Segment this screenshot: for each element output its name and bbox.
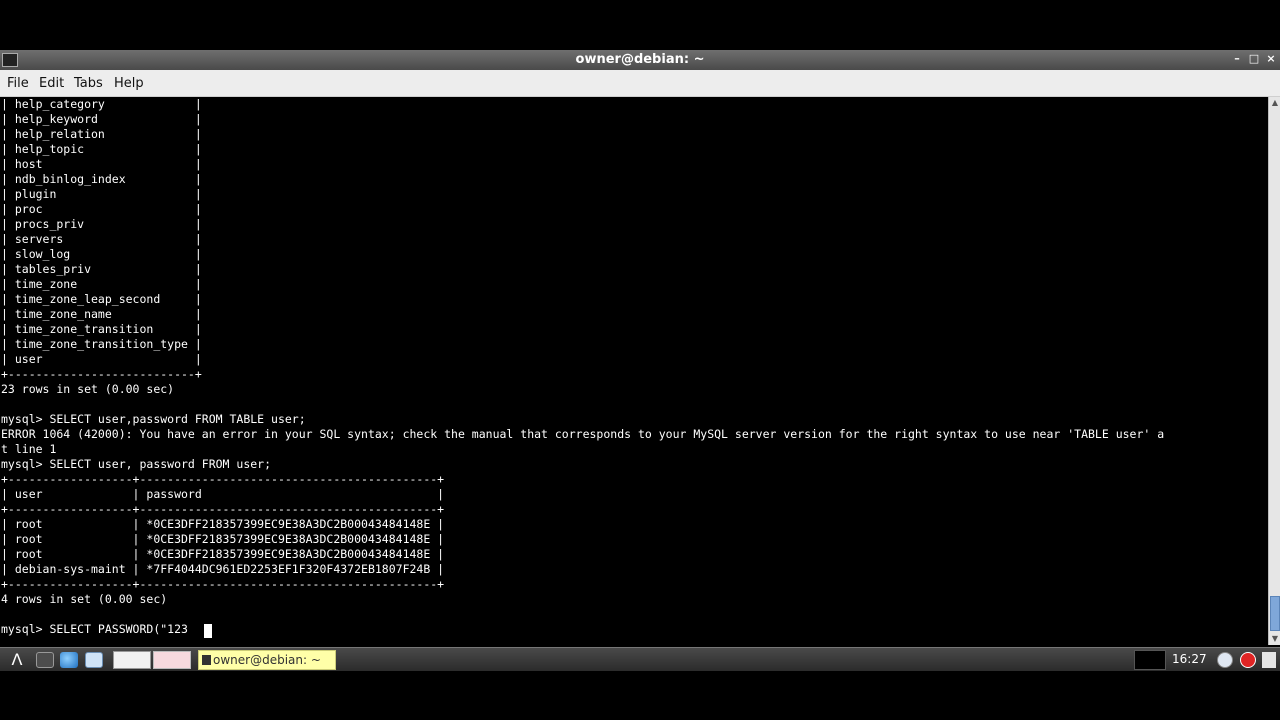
taskbar-task-label: owner@debian: ~ (213, 653, 321, 667)
workspace-2[interactable] (153, 651, 191, 669)
menu-help[interactable]: Help (114, 76, 144, 91)
close-icon[interactable]: × (1264, 52, 1278, 65)
taskbar-terminal-task[interactable]: owner@debian: ~ (198, 650, 336, 670)
clock[interactable]: 16:27 (1172, 652, 1207, 666)
workspace-1[interactable] (113, 651, 151, 669)
terminal-line: | user | password | (1, 487, 445, 501)
text-cursor (204, 624, 212, 638)
menu-file[interactable]: File (7, 76, 29, 91)
terminal-line: | servers | (1, 232, 202, 246)
terminal-line: | time_zone_transition_type | (1, 337, 202, 351)
terminal-scrollbar[interactable]: ▲ ▼ (1268, 97, 1280, 645)
terminal-line: | slow_log | (1, 247, 202, 261)
terminal-line: 23 rows in set (0.00 sec) (1, 382, 175, 396)
terminal-line: | proc | (1, 202, 202, 216)
menu-tabs[interactable]: Tabs (74, 76, 103, 91)
terminal-prompt-line: mysql> SELECT PASSWORD("123 (1, 622, 188, 636)
terminal-line: | root | *0CE3DFF218357399EC9E38A3DC2B00… (1, 547, 445, 561)
power-icon[interactable] (1240, 652, 1256, 668)
terminal-line: | procs_priv | (1, 217, 202, 231)
scroll-up-icon[interactable]: ▲ (1269, 97, 1280, 109)
maximize-icon[interactable]: □ (1247, 52, 1261, 65)
taskbar: Λ owner@debian: ~ 16:27 (0, 647, 1280, 671)
browser-icon[interactable] (60, 652, 78, 668)
window-titlebar[interactable]: owner@debian: ~ – □ × (0, 50, 1280, 70)
terminal-line: +------------------+--------------------… (1, 577, 445, 591)
terminal-line: | host | (1, 157, 202, 171)
terminal-line: +------------------+--------------------… (1, 502, 445, 516)
scroll-down-icon[interactable]: ▼ (1269, 633, 1280, 645)
terminal-line: | time_zone_name | (1, 307, 202, 321)
start-menu-icon[interactable]: Λ (4, 650, 30, 670)
terminal-line: | time_zone_leap_second | (1, 292, 202, 306)
terminal-line: ERROR 1064 (42000): You have an error in… (1, 427, 1165, 441)
terminal-line: | user | (1, 352, 202, 366)
terminal-output[interactable]: | help_category | | help_keyword | | hel… (0, 97, 1268, 645)
menu-edit[interactable]: Edit (39, 76, 64, 91)
terminal-line: | debian-sys-maint | *7FF4044DC961ED2253… (1, 562, 445, 576)
terminal-line: | plugin | (1, 187, 202, 201)
terminal-line: mysql> SELECT user, password FROM user; (1, 457, 272, 471)
scrollbar-thumb[interactable] (1270, 596, 1280, 631)
menubar: File Edit Tabs Help (0, 70, 1280, 97)
terminal-task-icon (202, 655, 211, 665)
minimize-icon[interactable]: – (1230, 52, 1244, 65)
terminal-line: | time_zone | (1, 277, 202, 291)
terminal-line: +------------------+--------------------… (1, 472, 445, 486)
file-manager-icon[interactable] (85, 652, 103, 668)
terminal-line: 4 rows in set (0.00 sec) (1, 592, 168, 606)
terminal-line: | help_keyword | (1, 112, 202, 126)
terminal-line: +---------------------------+ (1, 367, 202, 381)
terminal-line: | help_topic | (1, 142, 202, 156)
terminal-line: | tables_priv | (1, 262, 202, 276)
terminal-line: | time_zone_transition | (1, 322, 202, 336)
terminal-line: | root | *0CE3DFF218357399EC9E38A3DC2B00… (1, 532, 445, 546)
terminal-line: | help_category | (1, 97, 202, 111)
terminal-line: | root | *0CE3DFF218357399EC9E38A3DC2B00… (1, 517, 445, 531)
terminal-line: | ndb_binlog_index | (1, 172, 202, 186)
network-icon[interactable] (1217, 652, 1233, 668)
cpu-monitor[interactable] (1134, 650, 1166, 670)
show-desktop-icon[interactable] (1262, 652, 1276, 668)
desktop-icon[interactable] (36, 652, 54, 668)
terminal-line: t line 1 (1, 442, 57, 456)
window-title: owner@debian: ~ (575, 52, 705, 67)
terminal-line: mysql> SELECT user,password FROM TABLE u… (1, 412, 306, 426)
terminal-line: | help_relation | (1, 127, 202, 141)
